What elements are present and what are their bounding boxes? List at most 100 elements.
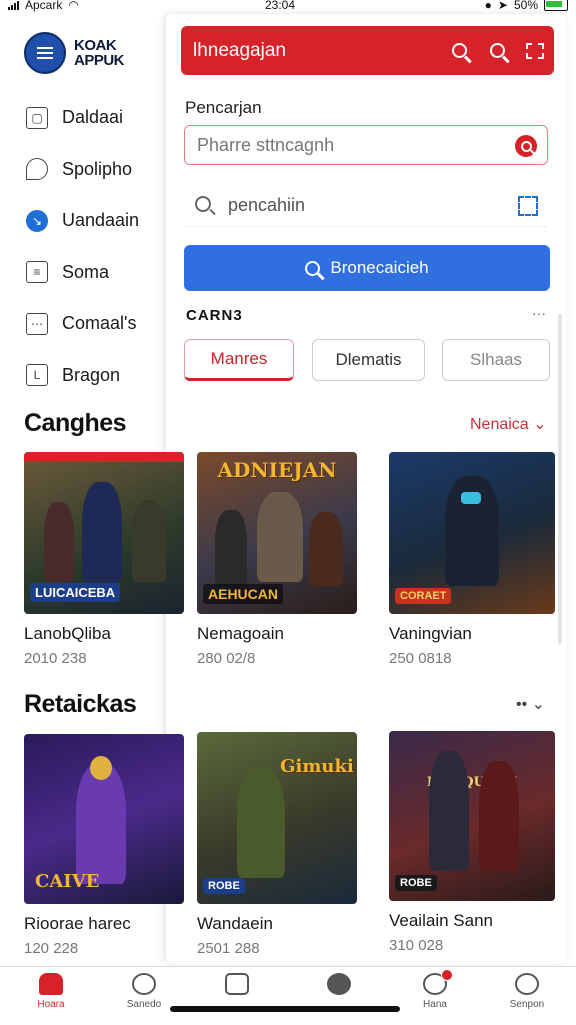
status-bar: Apcark ◠ 23:04 ● ➤ 50% bbox=[0, 0, 576, 14]
battery-percent: 50% bbox=[513, 0, 538, 12]
game-thumbnail: ADNIEJAN AEHUCAN bbox=[197, 452, 357, 614]
scan-icon[interactable] bbox=[516, 32, 554, 70]
panel-scrollbar[interactable] bbox=[558, 314, 562, 644]
tab-hana[interactable]: Hana bbox=[387, 969, 483, 1010]
section-title: Canghes bbox=[24, 409, 127, 437]
sidebar-item-uandaain[interactable]: ↘ Uandaain bbox=[26, 195, 139, 247]
section-title: Retaickas bbox=[24, 690, 137, 718]
hero-head bbox=[90, 756, 112, 780]
sidebar-item-bragon[interactable]: L Bragon bbox=[26, 350, 139, 402]
box-icon: ⋯ bbox=[26, 312, 48, 335]
categories-more[interactable]: ··· bbox=[532, 305, 546, 321]
game-card[interactable]: CAIVE Rioorae harec 120 228 bbox=[24, 734, 184, 957]
chip-manres[interactable]: Manres bbox=[184, 339, 294, 381]
game-thumbnail: CAIVE bbox=[24, 734, 184, 904]
section-more-label: •• bbox=[516, 696, 528, 713]
game-name: Veailain Sann bbox=[389, 911, 493, 930]
wifi-icon: ◠ bbox=[68, 0, 79, 12]
hero-figure bbox=[44, 502, 74, 582]
hero-figure bbox=[237, 768, 285, 878]
brand-name: KOAK APPUK bbox=[74, 37, 125, 69]
menu-logo-icon bbox=[24, 32, 66, 74]
search-icon bbox=[305, 260, 321, 276]
game-card[interactable]: Gimuki ROBE Wandaein 2501 288 bbox=[197, 732, 357, 957]
tab-label: Senpon bbox=[509, 999, 545, 1010]
game-name: Rioorae harec bbox=[24, 914, 131, 933]
brand-line1: KOAK bbox=[74, 37, 117, 54]
game-tag: CORAET bbox=[395, 588, 452, 604]
tab-add[interactable] bbox=[291, 973, 387, 999]
home-icon bbox=[39, 973, 63, 995]
panel-header: lhneagajan bbox=[181, 26, 554, 75]
game-meta: 2501 288 bbox=[197, 940, 260, 957]
game-thumbnail: Gimuki ROBE bbox=[197, 732, 357, 904]
visor-glow bbox=[461, 492, 481, 504]
chip-slhaas[interactable]: Slhaas bbox=[442, 339, 550, 381]
tab-library[interactable] bbox=[189, 973, 285, 999]
tab-senpon[interactable]: Senpon bbox=[479, 973, 575, 1010]
sidebar-item-soma[interactable]: ≡ Soma bbox=[26, 247, 139, 299]
game-card[interactable]: ADNIEJAN AEHUCAN Nemagoain 280 02/8 bbox=[197, 452, 357, 667]
tab-label: Sanedo bbox=[126, 999, 162, 1010]
search-button-label: Bronecaicieh bbox=[330, 258, 429, 277]
brand-line2: APPUK bbox=[74, 52, 125, 69]
section-more-link[interactable]: •• ⌄ bbox=[516, 694, 545, 714]
scan-icon[interactable] bbox=[518, 196, 538, 216]
bottom-nav: Hoara Sanedo Hana Senpon bbox=[0, 966, 576, 1025]
game-card[interactable]: LUICAICEBA LanobQliba 2010 238 bbox=[24, 452, 184, 667]
bag-icon: ▢ bbox=[26, 106, 48, 129]
sidebar-item-daldaai[interactable]: ▢ Daldaai bbox=[26, 92, 139, 144]
search-button[interactable]: Bronecaicieh bbox=[184, 245, 550, 291]
game-card[interactable]: INDIQUKAK ROBE Veailain Sann 310 028 bbox=[389, 731, 555, 954]
recent-search-row[interactable]: pencahiin bbox=[184, 186, 548, 227]
tab-home[interactable]: Hoara bbox=[3, 973, 99, 1010]
chat-icon bbox=[26, 158, 48, 181]
game-logo: ADNIEJAN bbox=[217, 458, 337, 482]
game-name: LanobQliba bbox=[24, 624, 111, 643]
search-input[interactable] bbox=[195, 134, 509, 157]
game-thumbnail: INDIQUKAK ROBE bbox=[389, 731, 555, 901]
game-thumbnail: LUICAICEBA bbox=[24, 452, 184, 614]
game-name: Nemagoain bbox=[197, 624, 284, 643]
sidebar-item-spolipho[interactable]: Spolipho bbox=[26, 144, 139, 196]
clock: 23:04 bbox=[265, 0, 296, 12]
game-tag: CAIVE bbox=[35, 871, 100, 892]
game-card[interactable]: CORAET Vaningvian 250 0818 bbox=[389, 452, 555, 667]
search-icon[interactable] bbox=[440, 32, 478, 70]
sidebar-item-comaals[interactable]: ⋯ Comaal's bbox=[26, 298, 139, 350]
sidebar-item-label: Spolipho bbox=[62, 158, 133, 179]
heart-icon bbox=[423, 969, 453, 995]
categories-title: CARN3 bbox=[186, 307, 243, 324]
search-field[interactable] bbox=[184, 125, 548, 165]
list-icon: ≡ bbox=[26, 261, 48, 284]
game-thumbnail: CORAET bbox=[389, 452, 555, 614]
home-indicator[interactable] bbox=[170, 1006, 400, 1012]
carrier-label: Apcark bbox=[25, 0, 63, 12]
section-more-link[interactable]: Nenaica ⌄ bbox=[470, 414, 547, 434]
hero-figure bbox=[309, 512, 343, 586]
tab-sanedo[interactable]: Sanedo bbox=[96, 973, 192, 1010]
search-submit-icon[interactable] bbox=[515, 135, 537, 157]
rocket-icon bbox=[132, 973, 156, 995]
support-icon bbox=[515, 973, 539, 995]
game-meta: 2010 238 bbox=[24, 650, 87, 667]
sidebar-item-label: Comaal's bbox=[62, 313, 137, 334]
game-tag: LUICAICEBA bbox=[30, 583, 121, 602]
signal-icon bbox=[8, 0, 19, 10]
hero-figure bbox=[479, 761, 519, 871]
sidebar-item-label: Uandaain bbox=[62, 210, 140, 231]
game-meta: 280 02/8 bbox=[197, 650, 256, 667]
sidebar-item-label: Bragon bbox=[62, 364, 121, 385]
section-more-label: Nenaica bbox=[470, 416, 529, 433]
hero-figure bbox=[82, 482, 122, 582]
search-icon bbox=[195, 196, 211, 212]
hero-figure bbox=[429, 751, 469, 871]
location-icon: ➤ bbox=[497, 0, 508, 12]
hero-figure bbox=[76, 764, 126, 884]
game-tag: ROBE bbox=[395, 875, 437, 891]
status-left: Apcark ◠ bbox=[8, 0, 79, 12]
chip-dlematis[interactable]: Dlematis bbox=[312, 339, 425, 381]
brand[interactable]: KOAK APPUK bbox=[24, 32, 125, 74]
notification-badge bbox=[441, 969, 453, 981]
zoom-icon[interactable] bbox=[478, 32, 516, 70]
